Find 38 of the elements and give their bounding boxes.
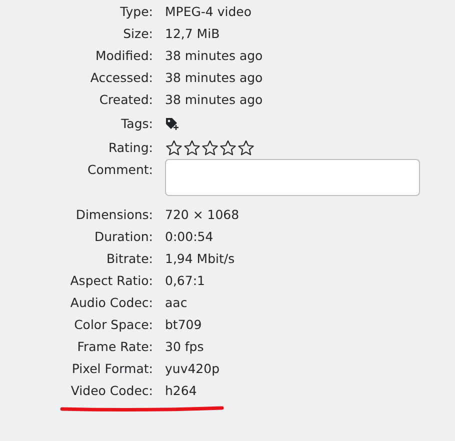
property-label: Aspect Ratio: [70,272,153,290]
property-value: 12,7 MiB [165,25,220,43]
property-label: Tags: [121,115,153,133]
property-value: 30 fps [165,338,204,356]
comment-field[interactable] [165,159,420,196]
property-label: Video Codec: [70,382,153,400]
property-value: yuv420p [165,360,220,378]
property-value: 38 minutes ago [165,69,263,87]
star-icon[interactable] [201,139,219,157]
property-label: Pixel Format: [72,360,153,378]
property-label: Dimensions: [76,206,153,224]
property-label: Created: [99,91,153,109]
property-value: bt709 [165,316,202,334]
property-value: 720 × 1068 [165,206,240,224]
property-label: Bitrate: [106,250,153,268]
property-label: Type: [120,3,153,21]
star-icon[interactable] [237,139,255,157]
star-icon[interactable] [165,139,183,157]
property-value: 1,94 Mbit/s [165,250,235,268]
property-label: Audio Codec: [70,294,153,312]
add-tag-icon[interactable] [165,117,180,131]
property-label: Accessed: [90,69,153,87]
property-label: Color Space: [74,316,153,334]
property-value: h264 [165,382,197,400]
property-label: Modified: [95,47,153,65]
property-value: 38 minutes ago [165,47,263,65]
property-value: 0,67:1 [165,272,205,290]
property-label: Rating: [108,139,153,157]
star-icon[interactable] [219,139,237,157]
property-label: Size: [123,25,153,43]
property-value: 0:00:54 [165,228,214,246]
property-value: MPEG-4 video [165,3,252,21]
star-icon[interactable] [183,139,201,157]
property-value: 38 minutes ago [165,91,263,109]
property-label: Frame Rate: [77,338,153,356]
property-label: Comment: [88,161,153,179]
property-label: Duration: [94,228,153,246]
property-value: aac [165,294,188,312]
